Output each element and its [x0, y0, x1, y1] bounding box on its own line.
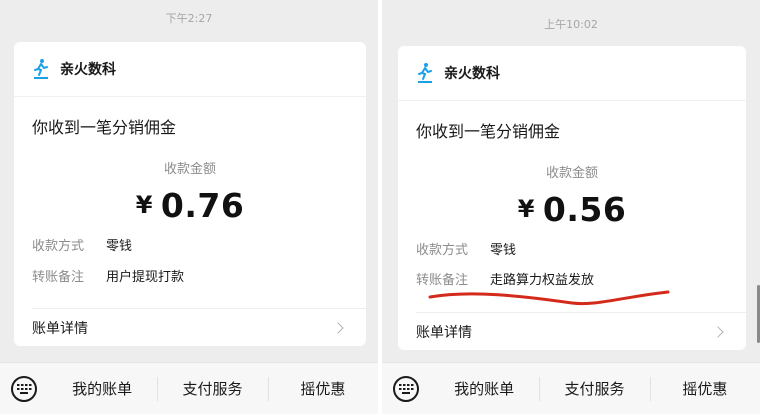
method-row: 收款方式 零钱: [32, 234, 132, 254]
app-name: 亲火数科: [60, 62, 116, 78]
amount: ¥0.76: [14, 186, 366, 225]
app-name: 亲火数科: [444, 66, 500, 82]
card-header: 亲火数科: [32, 58, 116, 80]
message-time: 上午10:02: [544, 18, 598, 31]
bill-details-label: 账单详情: [32, 321, 88, 337]
divider: [416, 312, 746, 313]
bottom-menu-bar: 我的账单 支付服务 摇优惠: [0, 362, 378, 414]
note-row: 转账备注 用户提现打款: [32, 265, 184, 285]
amount-value: 0.76: [160, 186, 245, 225]
amount: ¥0.56: [398, 190, 746, 229]
method-label: 收款方式: [32, 238, 85, 254]
keyboard-icon[interactable]: [393, 375, 419, 402]
menu-my-bill[interactable]: 我的账单: [47, 363, 157, 414]
divider: [32, 308, 366, 309]
note-label: 转账备注: [32, 269, 85, 285]
bill-details-link[interactable]: 账单详情: [416, 319, 728, 345]
running-person-icon: [32, 58, 50, 80]
chevron-right-icon: [332, 322, 344, 334]
keyboard-icon[interactable]: [11, 375, 37, 402]
note-label: 转账备注: [416, 272, 469, 288]
menu-payment-service[interactable]: 支付服务: [539, 363, 649, 414]
bill-details-label: 账单详情: [416, 325, 472, 341]
note-value: 用户提现打款: [106, 269, 185, 285]
method-label: 收款方式: [416, 242, 469, 258]
currency-symbol: ¥: [135, 191, 153, 219]
menu-my-bill[interactable]: 我的账单: [429, 363, 539, 414]
currency-symbol: ¥: [517, 195, 535, 223]
payment-card[interactable]: 亲火数科 你收到一笔分销佣金 收款金额 ¥0.56 收款方式 零钱 转账备注 走…: [398, 46, 746, 350]
chat-screen-left: 下午2:27 亲火数科 你收到一笔分销佣金 收款金额 ¥0.76 收款方式 零钱…: [0, 0, 378, 414]
divider: [398, 100, 746, 101]
menu-shake-offers[interactable]: 摇优惠: [267, 363, 378, 414]
running-person-icon: [416, 62, 434, 84]
chat-screen-right: 上午10:02 亲火数科 你收到一笔分销佣金 收款金额 ¥0.56 收款方式 零…: [382, 0, 760, 414]
card-header: 亲火数科: [416, 62, 500, 84]
method-value: 零钱: [490, 242, 517, 258]
payment-card[interactable]: 亲火数科 你收到一笔分销佣金 收款金额 ¥0.76 收款方式 零钱 转账备注 用…: [14, 42, 366, 346]
bottom-menu-bar: 我的账单 支付服务 摇优惠: [382, 362, 760, 414]
message-time: 下午2:27: [165, 12, 213, 25]
divider: [14, 96, 366, 97]
note-row: 转账备注 走路算力权益发放: [416, 268, 594, 288]
card-title: 你收到一笔分销佣金: [416, 122, 561, 141]
method-row: 收款方式 零钱: [416, 238, 516, 258]
bill-details-link[interactable]: 账单详情: [32, 315, 348, 341]
card-title: 你收到一笔分销佣金: [32, 118, 177, 137]
amount-value: 0.56: [542, 190, 627, 229]
amount-label: 收款金额: [545, 166, 598, 181]
amount-label: 收款金额: [163, 162, 216, 177]
method-value: 零钱: [106, 238, 133, 254]
menu-payment-service[interactable]: 支付服务: [157, 363, 267, 414]
menu-shake-offers[interactable]: 摇优惠: [649, 363, 760, 414]
chevron-right-icon: [712, 326, 724, 338]
note-value: 走路算力权益发放: [490, 272, 595, 288]
